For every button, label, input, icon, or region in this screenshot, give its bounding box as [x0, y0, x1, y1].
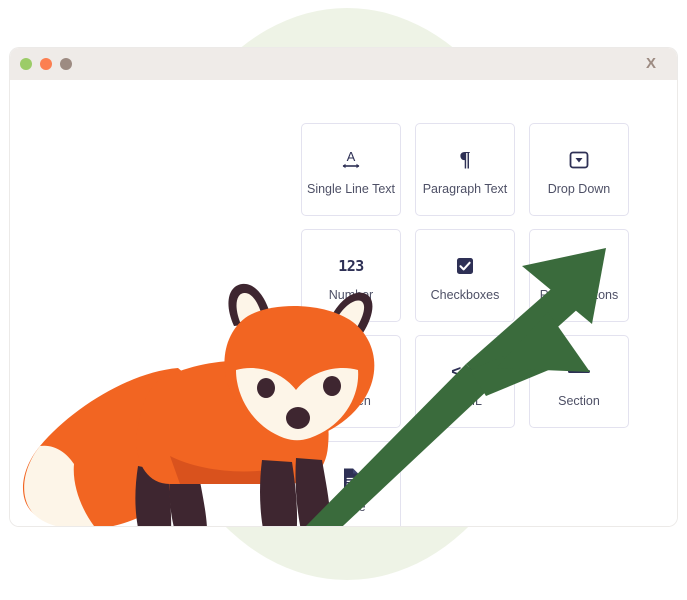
- browser-window: X A Single Line Text ¶ Paragraph Text Dr…: [10, 48, 677, 526]
- screenshot-stage: X A Single Line Text ¶ Paragraph Text Dr…: [0, 0, 687, 600]
- tile-radio-buttons[interactable]: Radio Buttons: [529, 229, 629, 322]
- tile-checkboxes[interactable]: Checkboxes: [415, 229, 515, 322]
- tile-label: Paragraph Text: [422, 181, 508, 196]
- tile-label: HTML: [447, 393, 483, 408]
- tile-number[interactable]: 123 Number: [301, 229, 401, 322]
- tile-label: Radio Buttons: [539, 287, 619, 302]
- close-dot[interactable]: [20, 58, 32, 70]
- dropdown-icon: [568, 143, 590, 177]
- close-icon[interactable]: X: [646, 54, 656, 74]
- window-content: A Single Line Text ¶ Paragraph Text Drop…: [10, 80, 677, 526]
- minimize-dot[interactable]: [40, 58, 52, 70]
- tile-paragraph-text[interactable]: ¶ Paragraph Text: [415, 123, 515, 216]
- tile-label: Number: [328, 287, 374, 302]
- checkbox-icon: [454, 249, 476, 283]
- eye-slash-icon: [339, 355, 363, 389]
- tile-label: Drop Down: [547, 181, 611, 196]
- tile-page[interactable]: Page: [301, 441, 401, 526]
- radio-icon: [568, 249, 590, 283]
- pilcrow-icon: ¶: [459, 147, 471, 171]
- window-control-dots: [20, 58, 72, 70]
- tile-label: Section: [558, 393, 600, 408]
- page-document-icon: [340, 461, 362, 495]
- code-brackets-icon: < >: [451, 361, 479, 381]
- tile-label: Single Line Text: [306, 181, 396, 196]
- field-type-grid: A Single Line Text ¶ Paragraph Text Drop…: [301, 123, 629, 526]
- number-123-icon: 123: [338, 256, 364, 275]
- tile-section[interactable]: Section: [529, 335, 629, 428]
- tile-single-line-text[interactable]: A Single Line Text: [301, 123, 401, 216]
- window-titlebar: X: [10, 48, 677, 80]
- tile-label: Checkboxes: [430, 287, 500, 302]
- tile-drop-down[interactable]: Drop Down: [529, 123, 629, 216]
- tile-label: Page: [336, 499, 366, 514]
- svg-text:A: A: [347, 149, 356, 164]
- text-a-width-icon: A: [338, 143, 364, 177]
- section-dash-icon: [568, 355, 590, 389]
- tile-html[interactable]: < > HTML: [415, 335, 515, 428]
- tile-label: Hidden: [331, 393, 371, 408]
- tile-hidden[interactable]: Hidden: [301, 335, 401, 428]
- maximize-dot[interactable]: [60, 58, 72, 70]
